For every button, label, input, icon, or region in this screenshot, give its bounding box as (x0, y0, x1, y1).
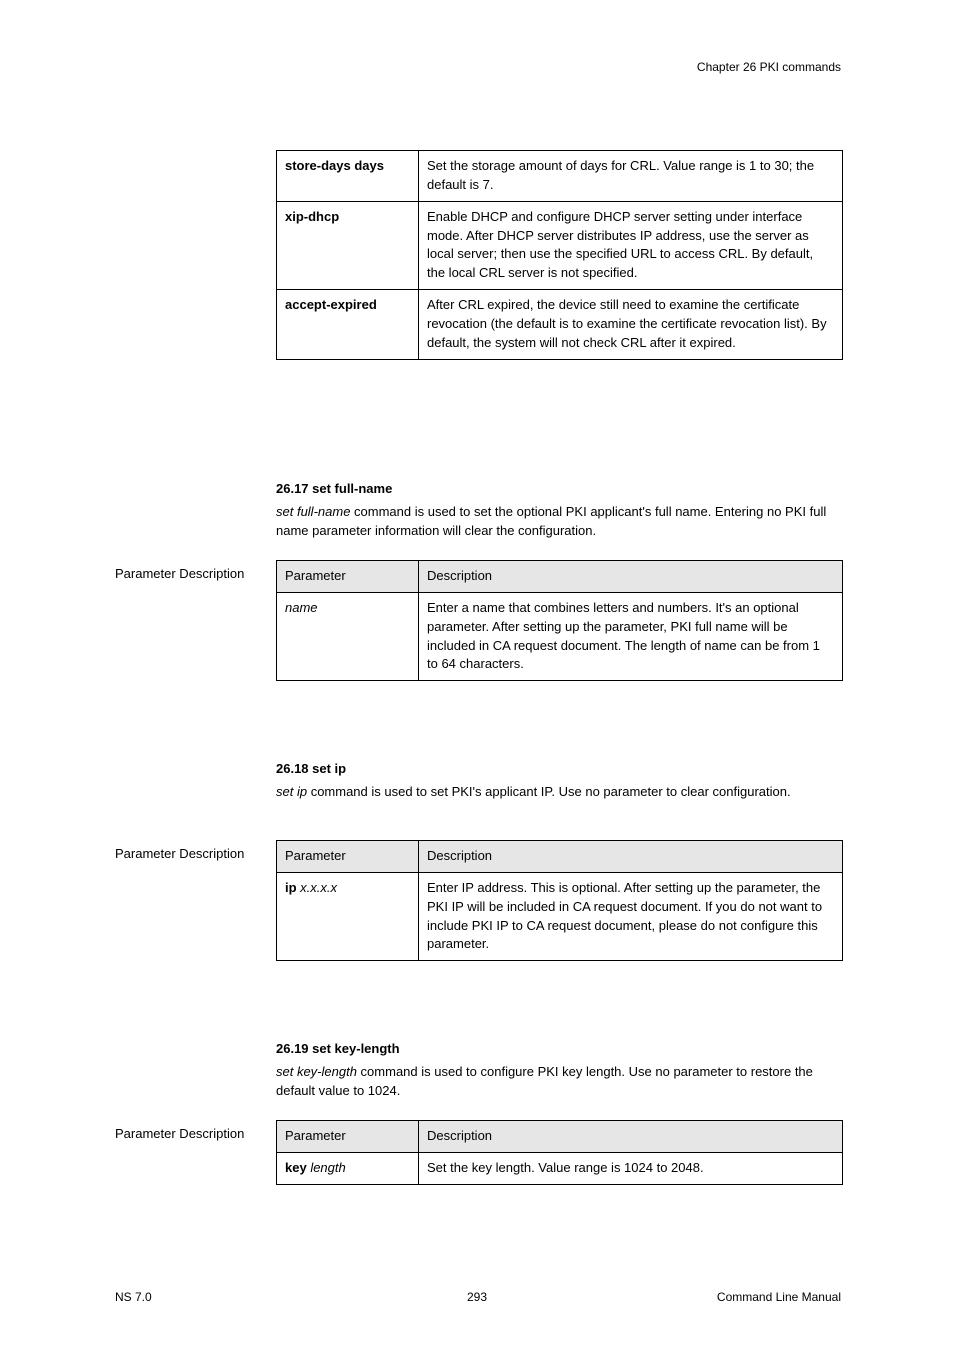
table-row: store-days days Set the storage amount o… (277, 151, 843, 202)
desc-cell: After CRL expired, the device still need… (419, 290, 843, 360)
header-parameter: Parameter (277, 561, 419, 593)
desc-cell: Enter a name that combines letters and n… (419, 592, 843, 680)
table-block-crl: store-days days Set the storage amount o… (276, 150, 842, 360)
section-title: 26.17 set full-name (276, 480, 842, 499)
section-title: 26.19 set key-length (276, 1040, 842, 1059)
table-header-row: Parameter Description (277, 561, 843, 593)
table-key-length: Parameter Description key length Set the… (276, 1120, 843, 1185)
header-chapter: Chapter 26 PKI commands (697, 60, 841, 74)
table-row: name Enter a name that combines letters … (277, 592, 843, 680)
table-block-set-ip: Parameter Description ip x.x.x.x Enter I… (276, 840, 842, 961)
desc-cell: Set the key length. Value range is 1024 … (419, 1152, 843, 1184)
left-label-parameter: Parameter Description (115, 1125, 255, 1144)
param-cell: store-days days (277, 151, 419, 202)
table-row: ip x.x.x.x Enter IP address. This is opt… (277, 872, 843, 960)
table-full-name: Parameter Description name Enter a name … (276, 560, 843, 681)
section-description: set key-length command is used to config… (276, 1063, 842, 1101)
header-description: Description (419, 841, 843, 873)
section-description: set ip command is used to set PKI's appl… (276, 783, 842, 802)
param-cell: accept-expired (277, 290, 419, 360)
left-label-parameter: Parameter Description (115, 565, 255, 584)
section-description: set full-name command is used to set the… (276, 503, 842, 541)
header-description: Description (419, 1121, 843, 1153)
header-description: Description (419, 561, 843, 593)
section-set-ip: 26.18 set ip set ip command is used to s… (276, 760, 842, 802)
desc-cell: Set the storage amount of days for CRL. … (419, 151, 843, 202)
table-block-full-name: Parameter Description name Enter a name … (276, 560, 842, 681)
table-set-ip: Parameter Description ip x.x.x.x Enter I… (276, 840, 843, 961)
table-header-row: Parameter Description (277, 1121, 843, 1153)
header-parameter: Parameter (277, 841, 419, 873)
page: Chapter 26 PKI commands store-days days … (0, 0, 954, 1350)
table-block-key-length: Parameter Description key length Set the… (276, 1120, 842, 1185)
section-title: 26.18 set ip (276, 760, 842, 779)
param-cell: ip x.x.x.x (277, 872, 419, 960)
param-cell: key length (277, 1152, 419, 1184)
section-key-length: 26.19 set key-length set key-length comm… (276, 1040, 842, 1101)
table-row: xip-dhcp Enable DHCP and configure DHCP … (277, 201, 843, 289)
param-cell: name (277, 592, 419, 680)
footer-manual-title: Command Line Manual (717, 1290, 841, 1304)
param-cell: xip-dhcp (277, 201, 419, 289)
header-parameter: Parameter (277, 1121, 419, 1153)
table-row: key length Set the key length. Value ran… (277, 1152, 843, 1184)
desc-cell: Enter IP address. This is optional. Afte… (419, 872, 843, 960)
table-header-row: Parameter Description (277, 841, 843, 873)
table-row: accept-expired After CRL expired, the de… (277, 290, 843, 360)
desc-cell: Enable DHCP and configure DHCP server se… (419, 201, 843, 289)
section-full-name: 26.17 set full-name set full-name comman… (276, 480, 842, 541)
left-label-parameter: Parameter Description (115, 845, 255, 864)
table-crl: store-days days Set the storage amount o… (276, 150, 843, 360)
